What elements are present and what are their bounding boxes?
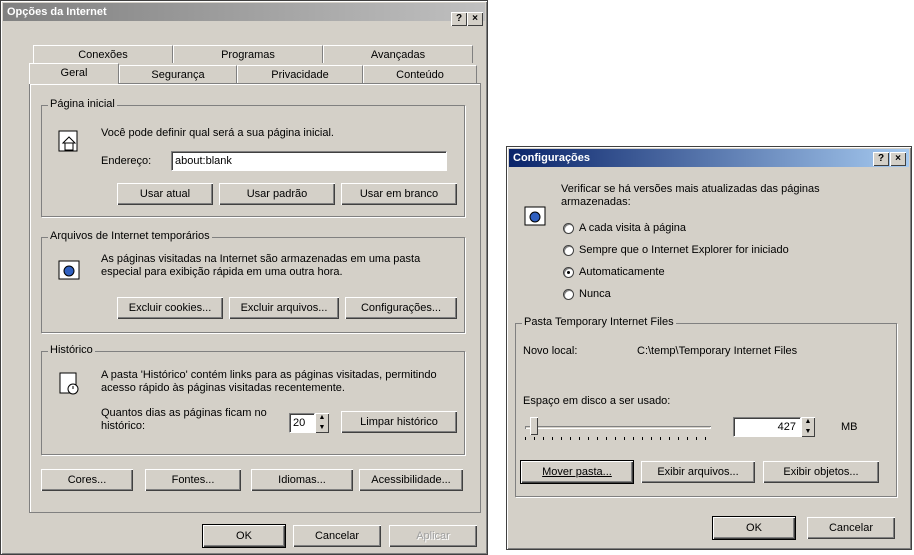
window-title[interactable]: Opções da Internet: [3, 3, 485, 21]
apply-button: Aplicar: [389, 525, 477, 547]
internet-options-window: Opções da Internet ? × Conexões Programa…: [0, 0, 488, 555]
cancel-button[interactable]: Cancelar: [807, 517, 895, 539]
tab-label: Privacidade: [271, 69, 329, 81]
temp-files-icon: [58, 260, 80, 280]
tab-general[interactable]: Geral: [29, 63, 119, 84]
slider-track: [525, 426, 711, 429]
history-group: Histórico: [41, 344, 465, 455]
home-page-icon: [58, 130, 78, 152]
languages-button[interactable]: Idiomas...: [251, 469, 353, 491]
tab-label: Conteúdo: [396, 69, 444, 81]
use-blank-button[interactable]: Usar em branco: [341, 183, 457, 205]
move-folder-label: Mover pasta...: [542, 466, 612, 478]
tab-label: Segurança: [151, 69, 205, 81]
location-label: Novo local:: [523, 345, 578, 357]
history-icon: [59, 372, 79, 395]
accessibility-button[interactable]: Acessibilidade...: [359, 469, 463, 491]
group-label: Arquivos de Internet temporários: [48, 230, 212, 242]
settings-dialog: Configurações ? × Verificar se há versõe…: [506, 146, 912, 550]
disk-space-label: Espaço em disco a ser usado:: [523, 395, 671, 407]
option-automatic-label[interactable]: Automaticamente: [579, 266, 665, 279]
clear-history-button[interactable]: Limpar histórico: [341, 411, 457, 433]
address-label: Endereço:: [101, 155, 152, 167]
option-every-start-label[interactable]: Sempre que o Internet Explorer for inici…: [579, 244, 789, 257]
check-versions-label: Verificar se há versões mais atualizadas…: [561, 183, 820, 208]
option-never-label[interactable]: Nunca: [579, 288, 611, 301]
disk-space-slider[interactable]: [525, 417, 711, 441]
settings-button[interactable]: Configurações...: [345, 297, 457, 319]
tab-programs[interactable]: Programas: [173, 45, 323, 63]
tab-label: Geral: [60, 67, 88, 79]
group-label: Histórico: [48, 344, 95, 356]
colors-button[interactable]: Cores...: [41, 469, 133, 491]
tab-content[interactable]: Conteúdo: [363, 65, 477, 83]
fonts-button[interactable]: Fontes...: [145, 469, 241, 491]
move-folder-button[interactable]: Mover pasta...: [520, 460, 634, 484]
close-button[interactable]: ×: [890, 152, 906, 166]
home-page-description: Você pode definir qual será a sua página…: [101, 127, 334, 139]
tab-security[interactable]: Segurança: [119, 65, 237, 83]
address-input[interactable]: about:blank: [171, 151, 447, 171]
history-days-label: Quantos dias as páginas ficam no históri…: [101, 407, 267, 432]
dialog-title[interactable]: Configurações: [509, 149, 909, 167]
view-objects-button[interactable]: Exibir objetos...: [763, 461, 879, 483]
use-default-button[interactable]: Usar padrão: [219, 183, 335, 205]
tab-label: Programas: [221, 49, 275, 61]
tab-label: Avançadas: [370, 49, 426, 61]
location-value: C:\temp\Temporary Internet Files: [637, 345, 798, 357]
cancel-button[interactable]: Cancelar: [293, 525, 381, 547]
view-files-button[interactable]: Exibir arquivos...: [641, 461, 755, 483]
disk-space-spinner[interactable]: ▲ ▼: [801, 417, 815, 437]
slider-ticks: [525, 437, 711, 440]
history-days-spinner[interactable]: ▲ ▼: [315, 413, 329, 433]
option-every-visit-label[interactable]: A cada visita à página: [579, 222, 686, 235]
option-every-start-radio[interactable]: [563, 245, 574, 256]
tab-label: Conexões: [78, 49, 128, 61]
option-never-radio[interactable]: [563, 289, 574, 300]
group-label: Página inicial: [48, 98, 117, 110]
option-automatic-radio[interactable]: [563, 267, 574, 278]
help-button[interactable]: ?: [451, 12, 467, 26]
tab-privacy[interactable]: Privacidade: [237, 65, 363, 83]
ok-button[interactable]: OK: [202, 524, 286, 548]
option-every-visit-radio[interactable]: [563, 223, 574, 234]
tab-connections[interactable]: Conexões: [33, 45, 173, 63]
delete-cookies-button[interactable]: Excluir cookies...: [117, 297, 223, 319]
close-button[interactable]: ×: [467, 12, 483, 26]
ok-button[interactable]: OK: [712, 516, 796, 540]
use-current-button[interactable]: Usar atual: [117, 183, 213, 205]
check-pages-icon: [524, 206, 546, 226]
history-description: A pasta 'Histórico' contém links para as…: [101, 369, 437, 394]
disk-space-input[interactable]: 427: [733, 417, 801, 437]
history-days-input[interactable]: 20: [289, 413, 315, 433]
tab-advanced[interactable]: Avançadas: [323, 45, 473, 63]
delete-files-button[interactable]: Excluir arquivos...: [229, 297, 339, 319]
help-button[interactable]: ?: [873, 152, 889, 166]
temp-files-description: As páginas visitadas na Internet são arm…: [101, 253, 421, 278]
slider-thumb[interactable]: [530, 417, 538, 435]
disk-unit: MB: [841, 421, 858, 433]
group-label: Pasta Temporary Internet Files: [522, 316, 676, 328]
